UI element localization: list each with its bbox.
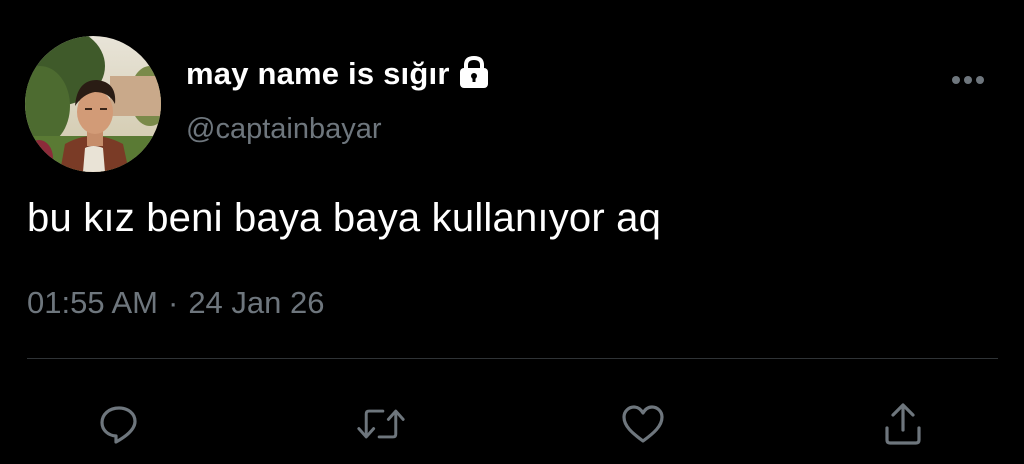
like-button[interactable]	[619, 400, 667, 448]
timestamp-separator: ·	[167, 285, 179, 320]
timestamp-row: 01:55 AM · 24 Jan 26	[27, 285, 324, 321]
share-icon	[885, 403, 921, 445]
like-icon	[622, 405, 664, 443]
lock-icon	[456, 55, 492, 89]
retweet-button[interactable]	[357, 400, 405, 448]
reply-icon	[100, 406, 137, 444]
more-options-button[interactable]	[946, 68, 990, 92]
reply-button[interactable]	[95, 400, 143, 448]
tweet-text: bu kız beni baya baya kullanıyor aq	[27, 196, 662, 240]
display-name[interactable]: may name is sığır	[186, 56, 450, 92]
divider	[27, 358, 998, 359]
share-button[interactable]	[879, 400, 927, 448]
retweet-icon	[357, 409, 405, 439]
more-horizontal-icon	[952, 76, 984, 84]
tweet-card: may name is sığır @captainbayar bu kız b…	[0, 0, 1024, 464]
avatar[interactable]	[25, 36, 161, 172]
tweet-date[interactable]: 24 Jan 26	[188, 285, 324, 321]
tweet-time[interactable]: 01:55 AM	[27, 285, 158, 321]
display-name-row: may name is sığır	[186, 55, 492, 92]
user-handle[interactable]: @captainbayar	[186, 113, 382, 146]
